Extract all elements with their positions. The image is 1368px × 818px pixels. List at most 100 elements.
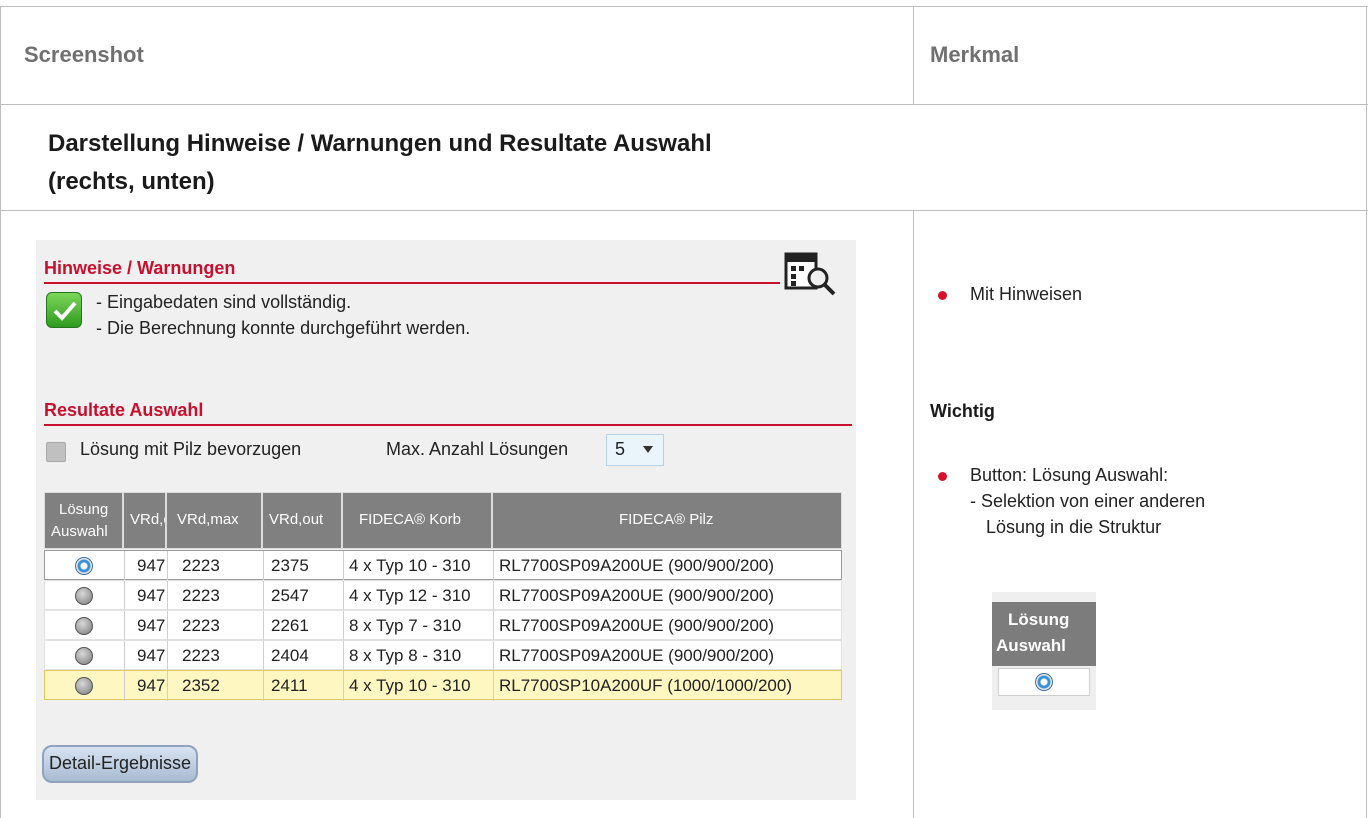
prefer-pilz-label: Lösung mit Pilz bevorzugen <box>80 439 302 459</box>
cell-divider <box>493 671 494 701</box>
cell-divider <box>124 581 125 611</box>
section-title: Darstellung Hinweise / Warnungen und Res… <box>48 125 712 201</box>
result-row[interactable]: 947 2223 2404 8 x Typ 8 - 310 RL7700SP09A200… <box>44 640 842 671</box>
merkmal-item-desc-1: - Selektion von einer anderen <box>970 491 1206 511</box>
table-border-top <box>0 6 1368 7</box>
cell-vrd-out: 2411 <box>271 676 308 695</box>
bullet-icon <box>938 472 947 481</box>
cell-pilz: RL7700SP09A200UE (900/900/200) <box>499 586 775 605</box>
cell-korb: 8 x Typ 7 - 310 <box>349 616 462 635</box>
col-header-auswahl-line2: Auswahl <box>51 523 108 540</box>
result-row[interactable]: 947 2223 2375 4 x Typ 10 - 310 RL7700SP09A20… <box>44 550 842 581</box>
cell-pilz: RL7700SP09A200UE (900/900/200) <box>499 556 775 575</box>
mini-col-header: Lösung Auswahl <box>992 602 1096 666</box>
result-row[interactable]: 947 2223 2261 8 x Typ 7 - 310 RL7700SP09A200… <box>44 610 842 641</box>
solution-radio[interactable] <box>75 617 93 635</box>
cell-divider <box>343 611 344 641</box>
cell-divider <box>263 551 264 581</box>
cell-vrd-out: 2261 <box>271 616 309 635</box>
mini-header-line1: Lösung <box>1008 610 1070 629</box>
mini-radio-selected[interactable] <box>1035 673 1053 691</box>
bullet-icon <box>938 291 947 300</box>
col-header-korb[interactable]: FIDECA® Korb <box>342 492 492 549</box>
message-line-1: - Eingabedaten sind vollständig. <box>96 292 352 312</box>
header-merkmal: Merkmal <box>930 42 1020 67</box>
chevron-down-icon <box>643 446 653 453</box>
cell-korb: 4 x Typ 10 - 310 <box>349 676 471 695</box>
table-border-section <box>0 210 1368 211</box>
cell-divider <box>124 551 125 581</box>
calculator-search-icon[interactable] <box>780 240 846 300</box>
cell-divider <box>343 641 344 671</box>
cell-divider <box>343 581 344 611</box>
header-screenshot: Screenshot <box>24 42 144 67</box>
cell-divider <box>263 611 264 641</box>
col-header-korb-label: FIDECA® Korb <box>359 511 461 528</box>
detail-results-button[interactable]: Detail-Ergebnisse <box>42 745 198 783</box>
table-border-left <box>0 6 1 818</box>
cell-divider <box>493 641 494 671</box>
cell-korb: 4 x Typ 10 - 310 <box>349 556 471 575</box>
mini-row <box>998 668 1090 696</box>
cell-vrd-out: 2404 <box>271 646 309 665</box>
cell-divider <box>493 551 494 581</box>
cell-divider <box>343 551 344 581</box>
cell-korb: 8 x Typ 8 - 310 <box>349 646 462 665</box>
solution-radio[interactable] <box>75 647 93 665</box>
prefer-pilz-checkbox[interactable] <box>46 442 66 462</box>
resultate-rule <box>44 424 852 426</box>
col-header-auswahl-line1: Lösung <box>59 501 109 518</box>
solution-radio-selected[interactable] <box>75 557 93 575</box>
col-header-vrd-max-label: VRd,max <box>177 511 239 528</box>
col-header-vrd-c-label: VRd,c <box>130 511 165 528</box>
mini-auswahl-crop: Lösung Auswahl <box>992 592 1096 710</box>
cell-divider <box>124 641 125 671</box>
wichtig-heading: Wichtig <box>930 401 995 421</box>
cell-divider <box>124 671 125 701</box>
status-ok-icon <box>46 292 82 328</box>
cell-divider <box>493 581 494 611</box>
cell-vrd-max: 2223 <box>182 556 220 575</box>
col-header-pilz[interactable]: FIDECA® Pilz <box>492 492 842 549</box>
cell-pilz: RL7700SP09A200UE (900/900/200) <box>499 646 775 665</box>
table-divider-header <box>913 6 914 104</box>
cell-vrd-c: 947 <box>137 556 166 575</box>
cell-divider <box>263 671 264 701</box>
col-header-auswahl[interactable]: Lösung Auswahl <box>44 492 123 549</box>
cell-vrd-c: 947 <box>137 646 166 665</box>
col-header-vrd-max[interactable]: VRd,max <box>166 492 262 549</box>
cell-vrd-max: 2223 <box>182 646 220 665</box>
solution-radio[interactable] <box>75 587 93 605</box>
col-header-vrd-c[interactable]: VRd,c <box>123 492 166 549</box>
cell-vrd-out: 2547 <box>271 586 309 605</box>
result-row[interactable]: 947 2352 2411 4 x Typ 10 - 310 RL7700SP10A20… <box>44 670 842 701</box>
mini-header-line2: Auswahl <box>996 636 1066 655</box>
max-solutions-label: Max. Anzahl Lösungen <box>386 439 569 459</box>
col-header-vrd-out[interactable]: VRd,out <box>262 492 342 549</box>
cell-vrd-out: 2375 <box>271 556 309 575</box>
solution-radio[interactable] <box>75 677 93 695</box>
table-divider-body <box>913 210 914 818</box>
merkmal-item-hinweise: Mit Hinweisen <box>970 284 1083 304</box>
cell-divider <box>167 581 168 611</box>
cell-divider <box>167 641 168 671</box>
cell-korb: 4 x Typ 12 - 310 <box>349 586 471 605</box>
merkmal-item-button: Button: Lösung Auswahl: <box>970 465 1169 485</box>
section-title-line2: (rechts, unten) <box>48 168 215 195</box>
merkmal-item-desc-2: Lösung in die Struktur <box>986 517 1162 537</box>
resultate-title: Resultate Auswahl <box>44 400 204 420</box>
cell-vrd-c: 947 <box>137 676 166 695</box>
cell-vrd-c: 947 <box>137 616 166 635</box>
hinweise-rule <box>44 282 780 284</box>
cell-vrd-max: 2352 <box>182 676 220 695</box>
cell-pilz: RL7700SP10A200UF (1000/1000/200) <box>499 676 792 695</box>
cell-divider <box>167 611 168 641</box>
result-row[interactable]: 947 2223 2547 4 x Typ 12 - 310 RL7700SP09A20… <box>44 580 842 611</box>
cell-vrd-max: 2223 <box>182 586 220 605</box>
max-solutions-select[interactable]: 5 <box>606 434 664 466</box>
cell-divider <box>263 581 264 611</box>
cell-divider <box>124 611 125 641</box>
table-border-header <box>0 104 1368 105</box>
max-solutions-value: 5 <box>615 439 626 459</box>
section-title-line1: Darstellung Hinweise / Warnungen und Res… <box>48 130 712 157</box>
